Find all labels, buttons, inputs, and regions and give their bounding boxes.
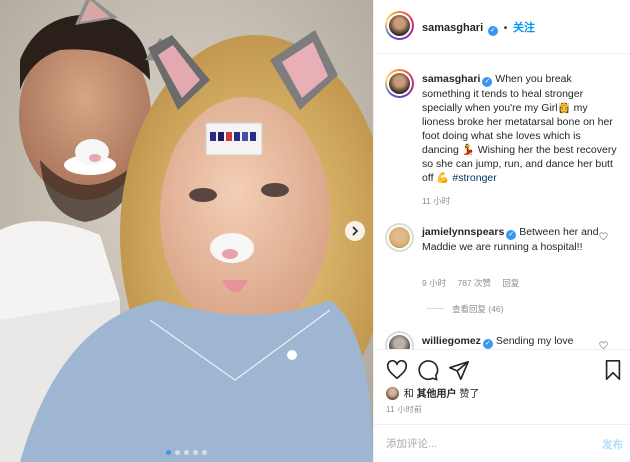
selfie-image: [0, 0, 373, 462]
comment-avatar[interactable]: [385, 223, 414, 252]
comment-text: Sending my love: [495, 335, 574, 347]
caption: samasghari ✓ When you break something it …: [422, 72, 618, 185]
comment-time: 9 小时: [422, 278, 447, 288]
carousel-indicator: [0, 450, 373, 455]
comment-meta: 9 小时 787 次赞 回复: [422, 277, 528, 289]
author-avatar[interactable]: [385, 11, 414, 40]
chevron-right-icon: [352, 226, 359, 236]
author-username[interactable]: samasghari: [422, 22, 483, 34]
likes-summary: 和 其他用户 赞了: [386, 385, 479, 400]
post-photo[interactable]: [0, 0, 373, 462]
next-slide-button[interactable]: [345, 221, 365, 241]
comment-avatar[interactable]: [385, 331, 414, 349]
hashtag-link[interactable]: #stronger: [452, 172, 496, 184]
liker-avatar[interactable]: [386, 387, 399, 400]
reply-button[interactable]: 回复: [502, 278, 519, 288]
comment: jamielynnspears ✓ Between her and Maddie …: [422, 225, 618, 254]
comments-list[interactable]: samasghari ✓ When you break something it …: [374, 55, 630, 349]
post-sidebar: samasghari ✓ • 关注 samasghari ✓ When you b…: [373, 0, 630, 462]
caption-text: When you break something it tends to hea…: [422, 73, 617, 184]
carousel-dot: [202, 450, 207, 455]
comment-like-heart-icon[interactable]: [599, 232, 608, 241]
likes-suffix: 赞了: [459, 389, 480, 400]
carousel-dot: [184, 450, 189, 455]
caption-username[interactable]: samasghari: [422, 73, 480, 85]
caption-time: 11 小时: [422, 196, 451, 206]
comment-like-heart-icon[interactable]: [599, 341, 608, 349]
likes-others-link[interactable]: 其他用户: [417, 389, 457, 400]
carousel-dot: [166, 450, 171, 455]
separator: •: [503, 23, 508, 34]
action-bar: [374, 349, 630, 389]
carousel-dot: [175, 450, 180, 455]
likes-prefix: 和: [403, 389, 414, 400]
comment-input[interactable]: [386, 434, 566, 454]
comment-username[interactable]: williegomez: [422, 335, 481, 347]
verified-badge-icon: ✓: [487, 26, 498, 36]
caption-avatar[interactable]: [385, 69, 414, 98]
comment-username[interactable]: jamielynnspears: [422, 226, 504, 238]
comment-icon[interactable]: [417, 359, 439, 381]
verified-badge-icon: ✓: [506, 230, 517, 240]
share-icon[interactable]: [448, 359, 470, 381]
post-time: 11 小时前: [386, 405, 423, 414]
bookmark-icon[interactable]: [602, 359, 624, 381]
verified-badge-icon: ✓: [482, 339, 493, 349]
carousel-dot: [193, 450, 198, 455]
heart-icon[interactable]: [386, 359, 408, 381]
comment: williegomez ✓ Sending my love: [422, 334, 618, 349]
add-comment-bar: 发布: [374, 424, 630, 462]
post-header: samasghari ✓ • 关注: [374, 0, 630, 54]
follow-button[interactable]: 关注: [513, 22, 535, 34]
post-comment-button[interactable]: 发布: [602, 437, 623, 452]
verified-badge-icon: ✓: [482, 77, 493, 87]
comment-likes[interactable]: 787 次赞: [457, 278, 491, 288]
view-replies-button[interactable]: 查看回复 (46): [426, 303, 503, 315]
